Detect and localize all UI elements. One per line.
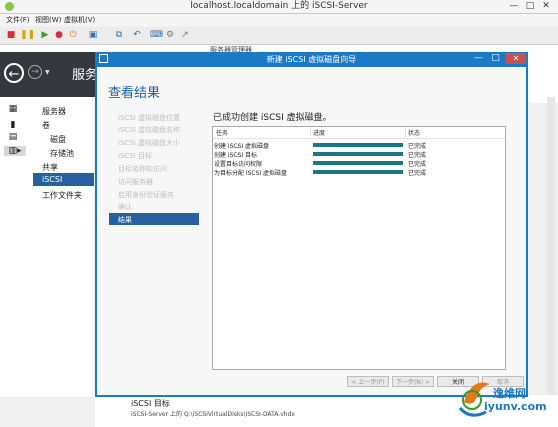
forward-button[interactable]: → [28,65,42,79]
vm-toolbar: ■ ❚❚ ▶ ● ⏻ ▣ ⧉ ↶ ⌨ ⚙ ↗ [0,27,558,45]
menu-file[interactable]: 文件(F) [6,14,30,26]
iscsi-target-title: iSCSI 目标 [131,399,170,408]
row-task: 创建 iSCSI 目标 [214,152,258,159]
step-results: 结果 [118,216,132,224]
row-task: 为目标分配 iSCSI 虚拟磁盘 [214,170,288,177]
menu-vm[interactable]: 虚拟机(V) [64,14,95,26]
header-divider [213,138,505,139]
stop-icon[interactable]: ■ [6,30,16,40]
row-status: 已完成 [408,152,427,159]
step-confirm: 确认 [118,203,132,211]
settings-icon[interactable]: ⚙ [165,30,175,40]
file-storage-icon[interactable]: ▥▸ [4,146,26,156]
watermark-site-url: iyunv.com [484,400,547,413]
all-servers-icon[interactable]: ▤ [8,132,18,142]
step-disk-name: iSCSI 虚拟磁盘名称 [118,126,181,134]
step-iscsi-target: iSCSI 目标 [118,152,153,160]
save-icon[interactable]: ▣ [88,30,98,40]
nav-volumes[interactable]: 卷 [42,120,50,131]
progress-bar [313,143,403,147]
wizard-close-icon[interactable]: ✕ [506,53,526,64]
minimize-icon[interactable]: — [508,1,520,11]
shutdown-icon[interactable]: ⏻ [68,30,78,40]
local-server-icon[interactable]: ▮ [8,120,18,130]
vm-title: localhost.localdomain 上的 iSCSI-Server [190,1,368,11]
success-message: 已成功创建 iSCSI 虚拟磁盘。 [213,113,332,123]
progress-bar [313,170,403,174]
chevron-down-icon[interactable]: ▼ [45,69,50,76]
nav-storage-pools[interactable]: 存储池 [50,148,74,159]
close-icon[interactable]: ✕ [540,1,552,11]
column-status: 状态 [408,130,421,137]
revert-icon[interactable]: ↶ [132,30,142,40]
watermark-site-name: 逸维网 [493,387,526,400]
nav-servers[interactable]: 服务器 [42,106,66,117]
iscsi-target-path: iSCSI-Server 上的 Q:\iSCSIVirtualDisks\iSC… [131,411,295,418]
maximize-icon[interactable]: □ [524,1,536,11]
row-task: 设置目标访问权限 [214,161,263,168]
reset-icon[interactable]: ● [54,30,64,40]
column-divider [310,127,311,137]
wizard-title: 新建 iSCSI 虚拟磁盘向导 [266,55,357,64]
vm-menubar: 文件(F) 视图(W) 虚拟机(V) [0,14,558,26]
pause-icon[interactable]: ❚❚ [20,30,35,40]
wizard-minimize-icon[interactable]: — [472,53,485,64]
column-divider [405,127,406,137]
step-disk-size: iSCSI 虚拟磁盘大小 [118,139,181,147]
step-target-name-access: 目标名称和访问 [118,165,167,173]
back-button[interactable]: ← [4,63,24,83]
dashboard-icon[interactable]: ▦ [8,104,18,114]
wizard-maximize-icon[interactable]: □ [489,53,502,64]
vm-app-icon [5,2,14,11]
progress-bar [313,161,403,165]
nav-disks[interactable]: 磁盘 [50,134,66,145]
snapshot-icon[interactable]: ⧉ [114,30,124,40]
step-access-servers: 访问服务器 [118,178,153,186]
scrollbar[interactable] [547,97,555,395]
wizard-heading: 查看结果 [108,86,161,101]
menu-view[interactable]: 视图(W) [35,14,61,26]
nav-work-folders[interactable]: 工作文件夹 [42,190,82,201]
column-task: 任务 [216,130,229,137]
nav-iscsi[interactable]: iSCSI [42,175,62,184]
progress-bar [313,152,403,156]
start-icon[interactable]: ▶ [40,30,50,40]
row-status: 已完成 [408,143,427,150]
step-enable-auth: 启用身份验证服务 [118,191,174,199]
row-task: 创建 iSCSI 虚拟磁盘 [214,143,270,150]
nav-shares[interactable]: 共享 [42,162,58,173]
row-status: 已完成 [408,170,427,177]
server-manager-icon-rail: ▦ ▮ ▤ ▥▸ [0,97,33,397]
row-status: 已完成 [408,161,427,168]
share-icon[interactable]: ↗ [180,30,190,40]
ctrl-alt-del-icon[interactable]: ⌨ [150,30,163,40]
column-progress: 进度 [313,130,326,137]
step-disk-location: iSCSI 虚拟磁盘位置 [118,114,181,122]
vm-title-bar: localhost.localdomain 上的 iSCSI-Server — … [0,0,558,14]
